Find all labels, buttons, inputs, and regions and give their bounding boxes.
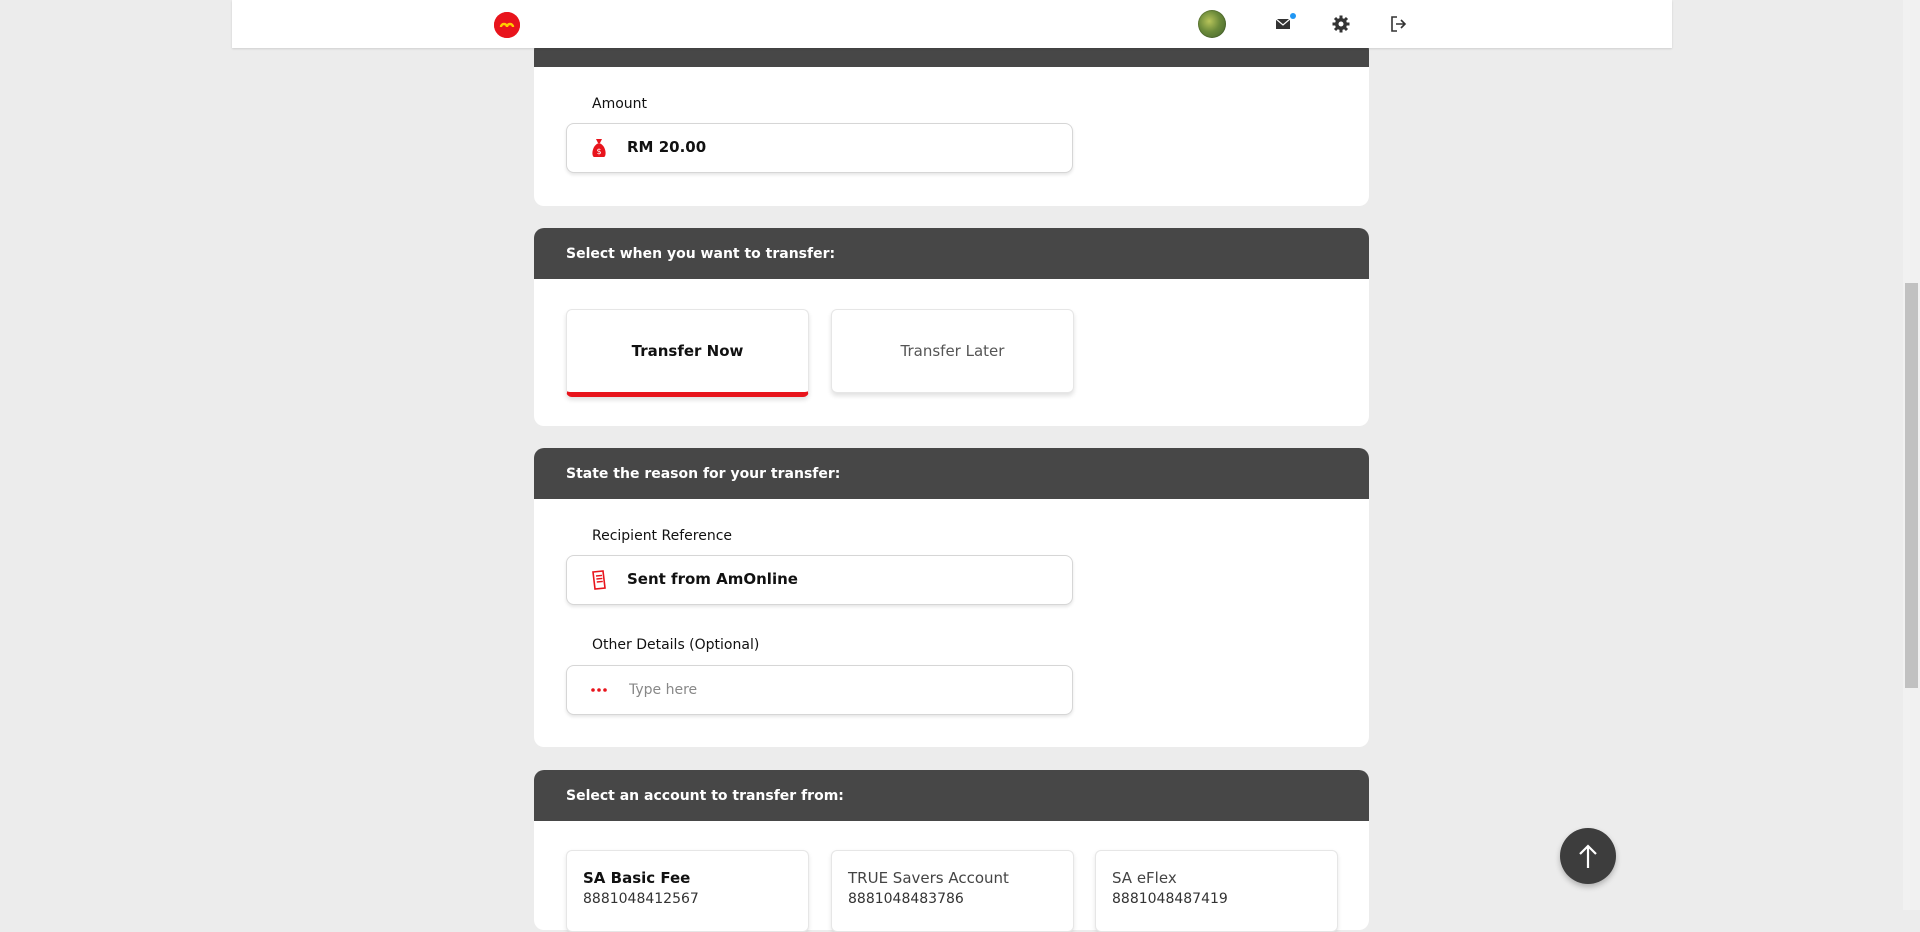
money-bag-icon: $ — [587, 136, 611, 160]
account-name: SA Basic Fee — [583, 869, 691, 887]
account-number: 8881048487419 — [1112, 891, 1228, 907]
amount-card: Amount $ RM 20.00 — [534, 40, 1369, 206]
recipient-reference-label: Recipient Reference — [592, 528, 732, 544]
account-option-sa-eflex[interactable]: SA eFlex 8881048487419 — [1095, 850, 1338, 932]
svg-text:$: $ — [596, 147, 601, 156]
scrollbar-thumb[interactable] — [1905, 283, 1918, 688]
amonline-logo[interactable] — [494, 12, 520, 38]
other-details-label: Other Details (Optional) — [592, 637, 760, 653]
account-number: 8881048483786 — [848, 891, 964, 907]
amount-label: Amount — [592, 96, 648, 112]
notification-dot — [1290, 13, 1296, 19]
logout-icon[interactable] — [1388, 14, 1408, 34]
transfer-now-button[interactable]: Transfer Now — [566, 309, 809, 397]
gear-icon[interactable] — [1331, 14, 1351, 34]
recipient-reference-value: Sent from AmOnline — [627, 570, 798, 588]
amount-field[interactable]: $ RM 20.00 — [566, 123, 1073, 173]
arrow-up-icon — [1579, 844, 1597, 868]
account-select-heading: Select an account to transfer from: — [534, 770, 1369, 821]
account-option-true-savers[interactable]: TRUE Savers Account 8881048483786 — [831, 850, 1074, 932]
transfer-reason-card: State the reason for your transfer: Reci… — [534, 448, 1369, 747]
account-name: SA eFlex — [1112, 869, 1177, 887]
receipt-icon — [587, 568, 611, 592]
account-number: 8881048412567 — [583, 891, 699, 907]
transfer-later-button[interactable]: Transfer Later — [831, 309, 1074, 393]
other-details-input[interactable] — [627, 676, 1051, 704]
avatar[interactable] — [1198, 10, 1226, 38]
page-scrollbar[interactable] — [1903, 0, 1920, 910]
top-nav-bar — [232, 0, 1672, 48]
recipient-reference-field[interactable]: Sent from AmOnline — [566, 555, 1073, 605]
more-dots-icon — [587, 678, 611, 702]
account-name: TRUE Savers Account — [848, 869, 1009, 887]
transfer-timing-card: Select when you want to transfer: Transf… — [534, 228, 1369, 426]
amount-value: RM 20.00 — [627, 138, 707, 156]
scroll-to-top-button[interactable] — [1560, 828, 1616, 884]
transfer-reason-heading: State the reason for your transfer: — [534, 448, 1369, 499]
transfer-timing-heading: Select when you want to transfer: — [534, 228, 1369, 279]
account-option-sa-basic-fee[interactable]: SA Basic Fee 8881048412567 — [566, 850, 809, 932]
other-details-field[interactable] — [566, 665, 1073, 715]
